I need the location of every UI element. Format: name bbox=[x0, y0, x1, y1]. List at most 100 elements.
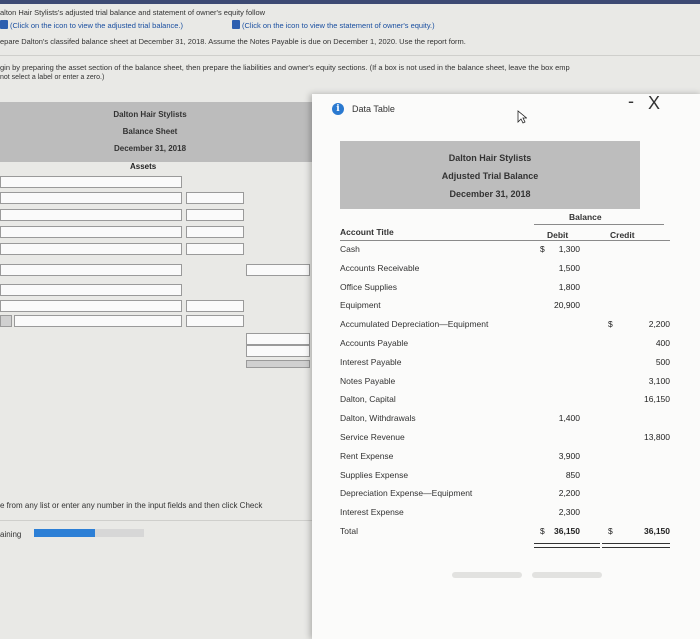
trial-balance-header: Dalton Hair Stylists Adjusted Trial Bala… bbox=[340, 141, 640, 209]
asset-amount-input[interactable] bbox=[186, 243, 244, 255]
check-hint: e from any list or enter any number in t… bbox=[0, 501, 263, 510]
remaining-progress-fill bbox=[34, 529, 95, 537]
debit-amount: 3,900 bbox=[558, 450, 580, 461]
credit-dollar-sign: $ bbox=[608, 319, 613, 330]
account-title: Office Supplies bbox=[340, 281, 398, 292]
asset-total-input[interactable] bbox=[246, 264, 310, 276]
asset-label-input[interactable] bbox=[0, 284, 182, 296]
asset-label-input[interactable] bbox=[0, 176, 182, 188]
credit-amount: 2,200 bbox=[648, 319, 670, 330]
balance-sheet-header: Dalton Hair Stylists Balance Sheet Decem… bbox=[0, 102, 315, 162]
asset-label-input[interactable] bbox=[0, 300, 182, 312]
account-title: Service Revenue bbox=[340, 432, 405, 442]
table-row: Equipment 20,900 bbox=[340, 300, 670, 317]
total-debit-sign: $ bbox=[540, 526, 545, 536]
total-label: Total bbox=[340, 526, 358, 536]
asset-label-input[interactable] bbox=[0, 226, 182, 238]
row-marker bbox=[0, 315, 12, 327]
instruction-line: gin by preparing the asset section of th… bbox=[0, 63, 570, 72]
modal-scroll-hint bbox=[452, 572, 522, 578]
owners-equity-link[interactable]: (Click on the icon to view the statement… bbox=[232, 20, 435, 30]
table-row: Office Supplies 1,800 bbox=[340, 282, 670, 299]
table-row: Accumulated Depreciation—Equipment $2,200 bbox=[340, 319, 670, 336]
table-row: Interest Expense 2,300 bbox=[340, 507, 670, 524]
debit-amount: 1,300 bbox=[558, 244, 580, 254]
debit-amount: 20,900 bbox=[554, 300, 580, 311]
table-row: Notes Payable 3,100 bbox=[340, 376, 670, 393]
total-debit: 36,150 bbox=[554, 526, 580, 536]
asset-amount-input[interactable] bbox=[186, 300, 244, 312]
trial-balance-link[interactable]: (Click on the icon to view the adjusted … bbox=[0, 20, 183, 30]
credit-amount: 13,800 bbox=[644, 432, 670, 442]
trial-balance-link-text[interactable]: (Click on the icon to view the adjusted … bbox=[10, 21, 183, 30]
asset-label-input[interactable] bbox=[14, 315, 182, 327]
total-credit-sign: $ bbox=[608, 526, 613, 536]
modal-title: Data Table bbox=[352, 104, 395, 114]
account-title: Interest Payable bbox=[340, 356, 402, 367]
debit-amount: 1,800 bbox=[558, 281, 580, 292]
account-title-header: Account Title bbox=[340, 227, 394, 237]
credit-amount: 400 bbox=[655, 338, 670, 348]
credit-amount: 3,100 bbox=[648, 375, 670, 386]
total-assets-double-rule bbox=[246, 360, 310, 368]
tb-report-title: Adjusted Trial Balance bbox=[441, 171, 539, 181]
credit-amount: 16,150 bbox=[644, 394, 670, 405]
debit-amount: 2,200 bbox=[558, 488, 580, 499]
account-title: Accumulated Depreciation—Equipment bbox=[340, 319, 489, 330]
asset-amount-input[interactable] bbox=[186, 315, 244, 327]
asset-subtotal-input[interactable] bbox=[246, 345, 310, 357]
asset-label-input[interactable] bbox=[0, 243, 182, 255]
remaining-progress-bar bbox=[34, 529, 144, 537]
document-icon[interactable] bbox=[232, 20, 240, 29]
table-row: Rent Expense 3,900 bbox=[340, 451, 670, 468]
table-row: Accounts Receivable 1,500 bbox=[340, 263, 670, 280]
bs-company: Dalton Hair Stylists bbox=[113, 110, 187, 119]
remaining-label: aining bbox=[0, 530, 22, 539]
debit-double-underline bbox=[534, 543, 600, 548]
account-title: Notes Payable bbox=[340, 375, 396, 386]
table-row: Dalton, Withdrawals 1,400 bbox=[340, 413, 670, 430]
asset-amount-input[interactable] bbox=[186, 192, 244, 204]
credit-amount: 500 bbox=[655, 356, 670, 367]
asset-amount-input[interactable] bbox=[186, 209, 244, 221]
footer-divider bbox=[0, 520, 315, 521]
info-icon: i bbox=[332, 103, 344, 115]
table-row: Supplies Expense 850 bbox=[340, 470, 670, 487]
owners-equity-link-text[interactable]: (Click on the icon to view the statement… bbox=[242, 21, 435, 30]
minimize-button[interactable]: - bbox=[628, 92, 634, 110]
divider bbox=[0, 55, 700, 56]
account-title: Accounts Payable bbox=[340, 338, 409, 348]
table-row: Depreciation Expense—Equipment 2,200 bbox=[340, 488, 670, 505]
asset-label-input[interactable] bbox=[0, 264, 182, 276]
debit-amount: 1,500 bbox=[558, 262, 580, 273]
debit-amount: 1,400 bbox=[558, 413, 580, 424]
bs-date: December 31, 2018 bbox=[113, 144, 187, 153]
debit-amount: 850 bbox=[565, 469, 580, 480]
total-credit: 36,150 bbox=[644, 526, 670, 536]
balance-column-group: Balance bbox=[569, 212, 602, 222]
asset-label-input[interactable] bbox=[0, 209, 182, 221]
header-rule bbox=[340, 240, 670, 241]
account-title: Interest Expense bbox=[340, 507, 404, 518]
data-table-modal: i Data Table - X Dalton Hair Stylists Ad… bbox=[312, 92, 700, 639]
assets-heading: Assets bbox=[130, 162, 157, 171]
asset-amount-input[interactable] bbox=[186, 226, 244, 238]
mouse-cursor-icon bbox=[517, 110, 527, 124]
credit-header: Credit bbox=[610, 230, 635, 240]
close-button[interactable]: X bbox=[648, 94, 660, 112]
account-title: Dalton, Withdrawals bbox=[340, 413, 416, 424]
table-row: Service Revenue 13,800 bbox=[340, 432, 670, 449]
balance-rule bbox=[534, 224, 664, 225]
instruction-note: not select a label or enter a zero.) bbox=[0, 74, 105, 81]
account-title: Cash bbox=[340, 244, 360, 254]
modal-scroll-hint bbox=[532, 572, 602, 578]
account-title: Dalton, Capital bbox=[340, 394, 396, 405]
account-title: Accounts Receivable bbox=[340, 262, 420, 273]
asset-subtotal-input[interactable] bbox=[246, 333, 310, 345]
table-row: Interest Payable 500 bbox=[340, 357, 670, 374]
bs-title: Balance Sheet bbox=[122, 127, 178, 136]
intro-line: alton Hair Stylists's adjusted trial bal… bbox=[0, 8, 266, 17]
asset-label-input[interactable] bbox=[0, 192, 182, 204]
document-icon[interactable] bbox=[0, 20, 8, 29]
account-title: Rent Expense bbox=[340, 450, 394, 461]
